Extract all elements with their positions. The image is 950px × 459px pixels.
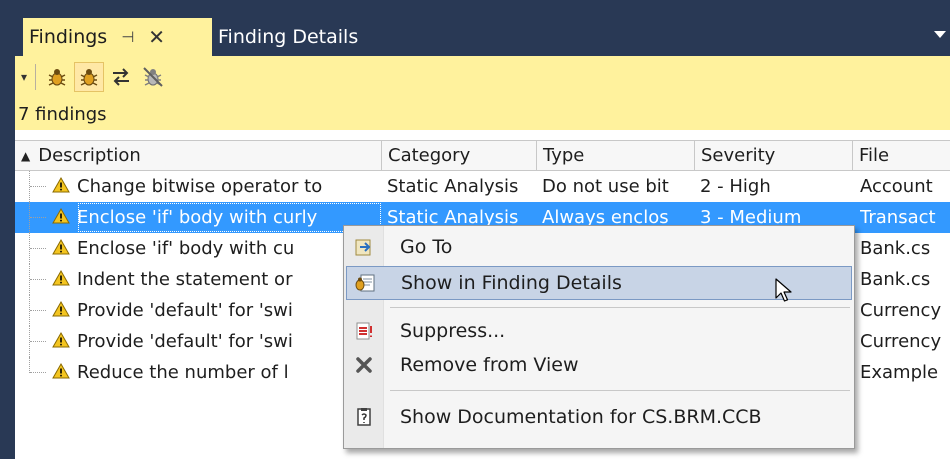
bug-icon[interactable] [42, 62, 72, 92]
tab-findings[interactable]: Findings ⊣ ✕ [23, 18, 212, 56]
dropdown-icon[interactable]: ▾ [21, 70, 27, 84]
suppress-icon [346, 314, 382, 348]
menu-separator [390, 390, 850, 391]
findings-toolbar: ▾ [15, 56, 950, 98]
column-header-severity[interactable]: Severity [695, 141, 853, 170]
warning-icon [52, 176, 70, 199]
column-header-type[interactable]: Type [537, 141, 695, 170]
column-header-description[interactable]: ▲ Description [15, 141, 382, 170]
warning-icon [52, 331, 70, 354]
warning-icon [52, 238, 70, 261]
grid-header: ▲ Description Category Type Severity Fil… [15, 140, 950, 171]
tree-connector [29, 295, 49, 326]
tree-connector [29, 326, 49, 357]
tab-finding-details-label: Finding Details [218, 26, 359, 48]
tab-bar: Findings ⊣ ✕ Finding Details [15, 18, 950, 56]
goto-icon [346, 230, 382, 264]
findings-window: Findings ⊣ ✕ Finding Details ▾ 7 finding… [0, 0, 950, 459]
tab-overflow-dropdown-icon[interactable] [934, 31, 946, 38]
warning-icon [52, 207, 70, 230]
column-header-file[interactable]: File [853, 141, 950, 170]
window-frame-left [0, 0, 15, 459]
menu-item-go-to[interactable]: Go To [346, 230, 852, 264]
tree-connector [29, 171, 49, 202]
mouse-pointer-icon [775, 278, 795, 309]
pin-icon[interactable]: ⊣ [121, 28, 134, 46]
menu-item-suppress[interactable]: Suppress... [346, 314, 852, 348]
bug-disabled-icon[interactable] [138, 62, 168, 92]
tab-findings-label: Findings [29, 26, 108, 48]
tree-connector [29, 357, 49, 373]
window-frame-top [0, 0, 950, 18]
tree-connector [29, 202, 49, 233]
table-row[interactable]: Change bitwise operator to Static Analys… [15, 171, 950, 202]
remove-icon [346, 348, 382, 382]
tree-connector [29, 233, 49, 264]
finding-details-icon [347, 266, 383, 300]
column-header-category[interactable]: Category [382, 141, 537, 170]
sort-ascending-icon: ▲ [21, 148, 31, 163]
close-icon[interactable]: ✕ [148, 25, 165, 49]
findings-count-label: 7 findings [18, 103, 107, 125]
context-menu: Go To Show in Finding Details Suppress..… [343, 225, 855, 449]
tree-connector [29, 264, 49, 295]
findings-count: 7 findings [15, 98, 950, 130]
menu-item-show-documentation[interactable]: Show Documentation for CS.BRM.CCB [346, 400, 852, 434]
warning-icon [52, 269, 70, 292]
warning-icon [52, 300, 70, 323]
warning-icon [52, 362, 70, 385]
bug-highlighted-icon[interactable] [74, 62, 105, 92]
menu-item-remove-from-view[interactable]: Remove from View [346, 348, 852, 382]
tab-finding-details[interactable]: Finding Details [218, 18, 358, 56]
toolbar-separator [35, 64, 37, 90]
sync-icon[interactable] [106, 62, 136, 92]
documentation-icon [346, 400, 382, 434]
